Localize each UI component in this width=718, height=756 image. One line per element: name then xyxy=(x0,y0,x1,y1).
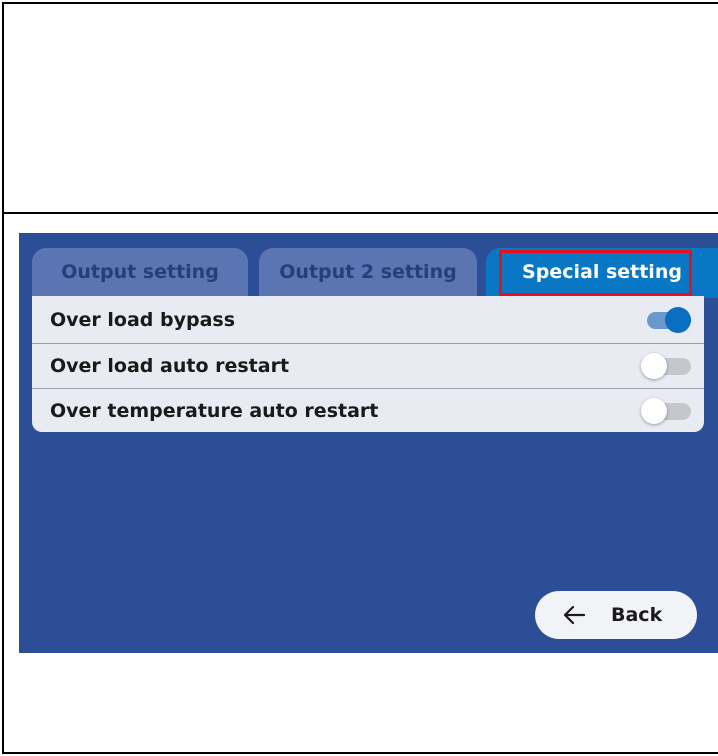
setting-row-over-temperature-auto-restart: Over temperature auto restart xyxy=(32,388,704,432)
setting-row-over-load-bypass: Over load bypass xyxy=(32,298,704,342)
setting-label: Over load bypass xyxy=(50,309,236,331)
back-label: Back xyxy=(611,604,663,626)
settings-panel: Over load bypass Over load auto restart … xyxy=(32,296,704,432)
tab-output-setting[interactable]: Output setting xyxy=(32,248,248,298)
arrow-left-icon xyxy=(563,605,585,625)
frame-divider xyxy=(2,212,718,214)
tab-output-2-setting[interactable]: Output 2 setting xyxy=(259,248,477,298)
tab-label: Output setting xyxy=(61,261,219,283)
over-load-auto-restart-toggle[interactable] xyxy=(641,352,691,379)
over-load-bypass-toggle[interactable] xyxy=(641,307,691,333)
tab-label: Output 2 setting xyxy=(279,261,457,283)
toggle-knob xyxy=(665,307,691,333)
toggle-knob xyxy=(641,352,667,379)
tab-label: Special setting xyxy=(522,261,682,283)
back-button[interactable]: Back xyxy=(535,591,697,639)
setting-row-over-load-auto-restart: Over load auto restart xyxy=(32,343,704,387)
tab-special-setting[interactable]: Special setting xyxy=(486,248,718,298)
setting-label: Over load auto restart xyxy=(50,354,290,377)
device-screen: Output setting Output 2 setting Special … xyxy=(19,233,718,653)
setting-label: Over temperature auto restart xyxy=(50,399,379,422)
over-temperature-auto-restart-toggle[interactable] xyxy=(641,397,691,424)
toggle-knob xyxy=(641,397,667,424)
